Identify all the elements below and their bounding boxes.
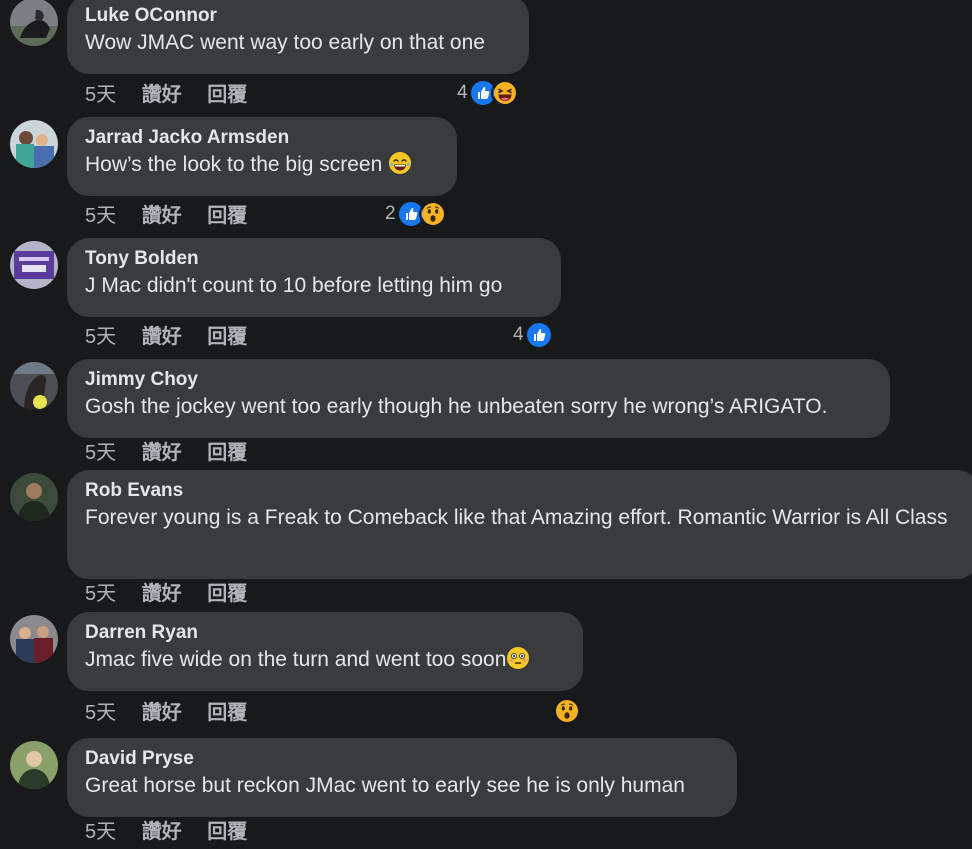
comment-author[interactable]: Luke OConnor	[85, 4, 511, 28]
comment-actions: 5天 讚好 回覆	[85, 700, 267, 726]
comment-bubble: Luke OConnor Wow JMAC went way too early…	[67, 0, 529, 74]
comment-author[interactable]: Tony Bolden	[85, 247, 543, 271]
comment-bubble: David Pryse Great horse but reckon JMac …	[67, 738, 737, 817]
reply-link[interactable]: 回覆	[207, 581, 247, 607]
reaction-summary[interactable]: 4	[457, 79, 519, 107]
reply-link[interactable]: 回覆	[207, 440, 247, 466]
comment-actions: 5天 讚好 回覆	[85, 819, 267, 845]
comment-actions: 5天 讚好 回覆	[85, 581, 267, 607]
like-link[interactable]: 讚好	[142, 324, 182, 350]
avatar[interactable]	[10, 473, 58, 521]
comment-text: How’s the look to the big screen	[85, 150, 439, 180]
comment-timestamp[interactable]: 5天	[85, 581, 116, 607]
reaction-count: 2	[385, 203, 396, 224]
comment-actions: 5天 讚好 回覆	[85, 82, 267, 108]
reply-link[interactable]: 回覆	[207, 819, 247, 845]
comment-bubble: Tony Bolden J Mac didn't count to 10 bef…	[67, 238, 561, 317]
reaction-count: 4	[457, 82, 468, 103]
like-link[interactable]: 讚好	[142, 819, 182, 845]
reaction-summary[interactable]	[553, 697, 581, 725]
like-link[interactable]: 讚好	[142, 440, 182, 466]
reaction-count: 4	[513, 324, 524, 345]
comment-text-content: How’s the look to the big screen	[85, 153, 383, 176]
comment-timestamp[interactable]: 5天	[85, 324, 116, 350]
comment-timestamp[interactable]: 5天	[85, 203, 116, 229]
reply-link[interactable]: 回覆	[207, 700, 247, 726]
comment-text: Jmac five wide on the turn and went too …	[85, 645, 565, 675]
comment-text: J Mac didn't count to 10 before letting …	[85, 274, 503, 297]
avatar[interactable]	[10, 241, 58, 289]
avatar[interactable]	[10, 120, 58, 168]
avatar[interactable]	[10, 362, 58, 410]
comment-text: Wow JMAC went way too early on that one	[85, 31, 485, 54]
like-link[interactable]: 讚好	[142, 581, 182, 607]
wow-emoji-icon	[553, 697, 581, 725]
comment-actions: 5天 讚好 回覆	[85, 440, 267, 466]
comment-text: Forever young is a Freak to Comeback lik…	[85, 506, 948, 529]
comment-timestamp[interactable]: 5天	[85, 440, 116, 466]
like-link[interactable]: 讚好	[142, 203, 182, 229]
comment-author[interactable]: Rob Evans	[85, 479, 961, 503]
comment-author[interactable]: David Pryse	[85, 747, 719, 771]
comment-text: Gosh the jockey went too early though he…	[85, 395, 828, 418]
avatar[interactable]	[10, 741, 58, 789]
reaction-summary[interactable]: 2	[385, 200, 447, 228]
comment-bubble: Rob Evans Forever young is a Freak to Co…	[67, 470, 972, 579]
like-icon	[524, 321, 553, 349]
flushed-emoji-icon	[506, 646, 530, 670]
comment-text-content: Jmac five wide on the turn and went too …	[85, 648, 507, 671]
avatar[interactable]	[10, 615, 58, 663]
comment-bubble: Jarrad Jacko Armsden How’s the look to t…	[67, 117, 457, 196]
comment-bubble: Darren Ryan Jmac five wide on the turn a…	[67, 612, 583, 691]
reply-link[interactable]: 回覆	[207, 324, 247, 350]
comment-text: Great horse but reckon JMac went to earl…	[85, 774, 685, 797]
comment-bubble: Jimmy Choy Gosh the jockey went too earl…	[67, 359, 890, 438]
comment-author[interactable]: Jimmy Choy	[85, 368, 872, 392]
like-link[interactable]: 讚好	[142, 82, 182, 108]
reply-link[interactable]: 回覆	[207, 82, 247, 108]
avatar[interactable]	[10, 0, 58, 46]
comment-author[interactable]: Jarrad Jacko Armsden	[85, 126, 439, 150]
comment-author[interactable]: Darren Ryan	[85, 621, 565, 645]
comment-actions: 5天 讚好 回覆	[85, 203, 267, 229]
comment-timestamp[interactable]: 5天	[85, 819, 116, 845]
wow-emoji-icon	[418, 200, 447, 228]
reaction-summary[interactable]: 4	[513, 321, 553, 349]
reply-link[interactable]: 回覆	[207, 203, 247, 229]
like-link[interactable]: 讚好	[142, 700, 182, 726]
comment-actions: 5天 讚好 回覆	[85, 324, 267, 350]
comment-timestamp[interactable]: 5天	[85, 700, 116, 726]
tears-of-joy-emoji-icon	[388, 151, 412, 175]
laughing-emoji-icon	[490, 79, 519, 107]
comment-timestamp[interactable]: 5天	[85, 82, 116, 108]
